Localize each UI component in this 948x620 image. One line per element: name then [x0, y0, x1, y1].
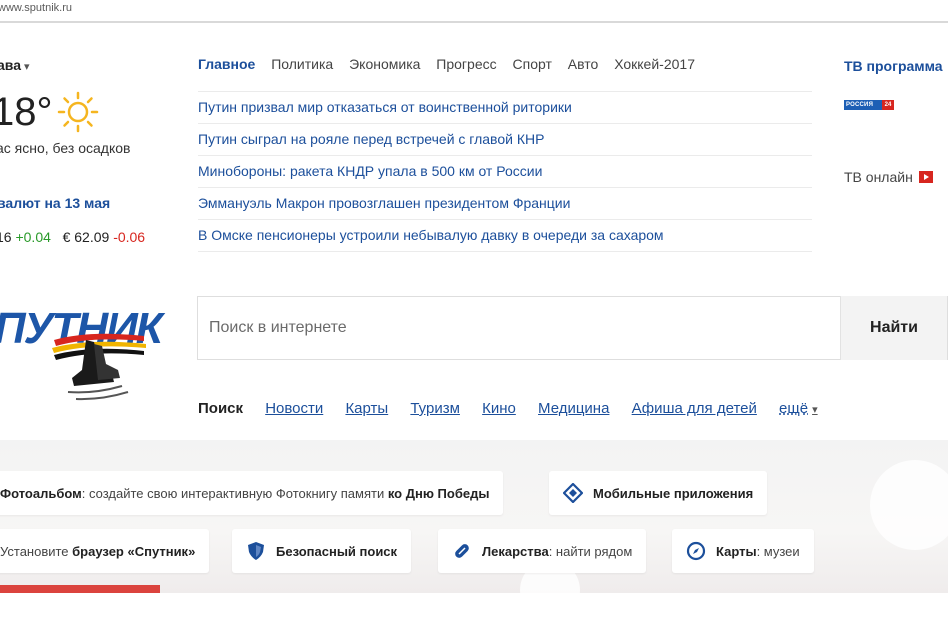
- search-tab-medicine[interactable]: Медицина: [538, 400, 609, 417]
- search-tab-maps[interactable]: Карты: [345, 400, 388, 417]
- news-tab-main[interactable]: Главное: [198, 56, 255, 72]
- news-tab-politics[interactable]: Политика: [271, 56, 333, 72]
- channel-logo-label: РОССИЯ: [846, 102, 874, 108]
- city-name: ава: [0, 57, 21, 73]
- browser-bold: браузер «Спутник»: [72, 543, 196, 559]
- search-verticals: Поиск Новости Карты Туризм Кино Медицина…: [198, 400, 836, 417]
- temperature: 18°: [0, 90, 53, 134]
- news-tab-auto[interactable]: Авто: [568, 56, 599, 72]
- search-tab-web[interactable]: Поиск: [198, 400, 243, 417]
- decorative-shape: [870, 460, 948, 550]
- channel-logo-number: 24: [882, 100, 894, 110]
- tv-online-label: ТВ онлайн: [844, 169, 913, 185]
- search-tab-news[interactable]: Новости: [265, 400, 323, 417]
- eur-value: € 62.09: [62, 229, 110, 245]
- sputnik-logo[interactable]: ПУТНИК: [0, 300, 184, 410]
- photo-album-promo[interactable]: Фотоальбом: создайте свою интерактивную …: [0, 471, 504, 515]
- maps-title: Карты: [716, 543, 757, 559]
- mobile-apps-promo[interactable]: Мобильные приложения: [549, 471, 768, 515]
- search-input[interactable]: [198, 297, 842, 359]
- promo-area: Фотоальбом: создайте свою интерактивную …: [0, 440, 948, 620]
- drugs-promo[interactable]: Лекарства: найти рядом: [438, 529, 647, 573]
- safe-search-promo[interactable]: Безопасный поиск: [232, 529, 412, 573]
- photo-album-title: Фотоальбом: [0, 485, 82, 501]
- shield-icon: [248, 542, 264, 560]
- search-tab-kids[interactable]: Афиша для детей: [632, 400, 757, 417]
- currency-rates-link[interactable]: валют на 13 мая: [0, 195, 110, 211]
- tv-online-link[interactable]: ТВ онлайн: [844, 169, 933, 185]
- pill-icon: [455, 544, 469, 558]
- search-tab-tourism[interactable]: Туризм: [410, 400, 460, 417]
- usd-change: +0.04: [15, 229, 51, 245]
- eur-change: -0.06: [113, 229, 146, 245]
- news-tabs: Главное Политика Экономика Прогресс Спор…: [198, 56, 707, 72]
- decorative-stripe: [0, 585, 160, 593]
- sun-icon: [57, 91, 99, 133]
- tv-program-link[interactable]: ТВ программа: [844, 58, 943, 74]
- news-item[interactable]: Путин призвал мир отказаться от воинстве…: [198, 91, 812, 124]
- browser-promo[interactable]: Установите браузер «Спутник»: [0, 529, 210, 573]
- news-item[interactable]: Эммануэль Макрон провозглашен президенто…: [198, 188, 812, 220]
- chevron-down-icon: ▾: [812, 404, 818, 416]
- play-icon: [918, 171, 933, 183]
- city-selector[interactable]: ава ▾: [0, 57, 30, 73]
- search-tab-more[interactable]: ещё: [779, 400, 808, 417]
- maps-text: : музеи: [756, 543, 800, 559]
- search-button[interactable]: Найти: [840, 296, 947, 360]
- safe-search-label: Безопасный поиск: [276, 543, 398, 559]
- photo-album-text: : создайте свою интерактивную Фотокнигу …: [81, 485, 388, 501]
- skates-logo: [52, 333, 146, 401]
- news-item[interactable]: Путин сыграл на рояле перед встречей с г…: [198, 124, 812, 156]
- photo-album-bold: ко Дню Победы: [387, 485, 490, 501]
- currency-rates: 16 +0.04 € 62.09 -0.06: [0, 229, 145, 245]
- news-list: Путин призвал мир отказаться от воинстве…: [198, 91, 812, 252]
- news-tab-hockey[interactable]: Хоккей-2017: [614, 56, 695, 72]
- maps-promo[interactable]: Карты: музеи: [672, 529, 814, 573]
- news-item[interactable]: Минобороны: ракета КНДР упала в 500 км о…: [198, 156, 812, 188]
- chevron-down-icon: ▾: [24, 61, 30, 73]
- usd-value: 16: [0, 229, 12, 245]
- drugs-title: Лекарства: [482, 543, 549, 559]
- tv-channel-logo[interactable]: РОССИЯ 24: [844, 100, 894, 110]
- url-text: www.sputnik.ru: [0, 2, 72, 14]
- browser-prefix: Установите: [0, 543, 73, 559]
- compass-icon: [686, 541, 706, 561]
- news-tab-sport[interactable]: Спорт: [513, 56, 552, 72]
- search-tab-cinema[interactable]: Кино: [482, 400, 516, 417]
- news-item[interactable]: В Омске пенсионеры устроили небывалую да…: [198, 220, 812, 252]
- search-box: Найти: [197, 296, 948, 360]
- news-tab-economy[interactable]: Экономика: [349, 56, 420, 72]
- tag-icon: [563, 483, 583, 503]
- drugs-text: : найти рядом: [548, 543, 633, 559]
- news-tab-progress[interactable]: Прогресс: [436, 56, 496, 72]
- weather-description: ас ясно, без осадков: [0, 140, 131, 156]
- mobile-apps-label: Мобильные приложения: [593, 485, 754, 501]
- address-bar[interactable]: www.sputnik.ru: [0, 0, 948, 23]
